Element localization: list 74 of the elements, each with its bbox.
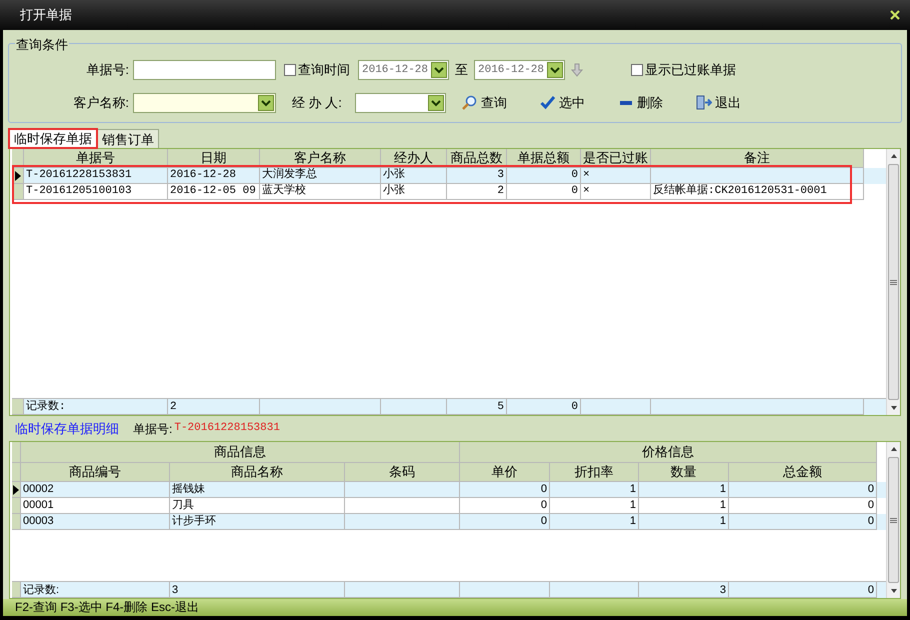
summary-cell: 3 bbox=[170, 582, 345, 598]
summary-cell: 0 bbox=[507, 399, 581, 415]
column-header: 折扣率 bbox=[550, 463, 639, 482]
header-corner bbox=[12, 442, 21, 463]
summary-cell: 记录数: bbox=[21, 582, 170, 598]
doc-number-field[interactable] bbox=[133, 60, 276, 80]
tab[interactable]: 临时保存单据 bbox=[8, 128, 98, 149]
table-cell: 0 bbox=[729, 514, 877, 530]
pointer-icon bbox=[13, 484, 19, 494]
dropdown-icon bbox=[258, 95, 274, 111]
door-arrow-icon bbox=[696, 95, 712, 111]
table-cell: × bbox=[581, 184, 651, 200]
summary-cell: 5 bbox=[447, 399, 507, 415]
column-header: 单价 bbox=[460, 463, 550, 482]
scrollbar[interactable] bbox=[886, 442, 900, 598]
customer-field[interactable] bbox=[133, 93, 276, 113]
column-header: 备注 bbox=[651, 149, 864, 168]
dropdown-icon bbox=[428, 95, 444, 111]
table-cell: 1 bbox=[550, 514, 639, 530]
table-cell: 1 bbox=[639, 514, 729, 530]
handler-field[interactable] bbox=[355, 93, 446, 113]
toolbar-button[interactable]: 查询 bbox=[460, 93, 516, 113]
down-arrow-icon bbox=[571, 63, 583, 77]
table-cell: 2016-12-05 09 bbox=[168, 184, 260, 200]
column-header: 条码 bbox=[345, 463, 460, 482]
toolbar-button[interactable]: 退出 bbox=[694, 93, 750, 113]
table-cell: T-20161205100103 bbox=[24, 184, 168, 200]
table-cell: 蓝天学校 bbox=[260, 184, 381, 200]
header-corner bbox=[12, 463, 21, 482]
table-cell: 0 bbox=[460, 514, 550, 530]
toolbar-button[interactable]: 删除 bbox=[616, 93, 672, 113]
field-label: 客户名称: bbox=[72, 94, 130, 112]
checkbox[interactable] bbox=[284, 64, 296, 76]
status-bar: F2-查询 F3-选中 F4-删除 Esc-退出 bbox=[3, 599, 907, 616]
table-cell: 反结帐单据:CK2016120531-0001 bbox=[651, 184, 864, 200]
date-field[interactable]: 2016-12-28 bbox=[474, 60, 565, 80]
checkbox-label: 显示已过账单据 bbox=[645, 61, 736, 80]
column-header: 商品编号 bbox=[21, 463, 170, 482]
group-header: 商品信息 bbox=[21, 442, 460, 463]
checkbox-label: 查询时间 bbox=[298, 61, 350, 80]
row-selector[interactable] bbox=[12, 482, 21, 498]
column-header: 数量 bbox=[639, 463, 729, 482]
window-title: 打开单据 bbox=[20, 6, 72, 24]
field-label: 经 办 人: bbox=[292, 94, 343, 112]
table-cell: 2 bbox=[447, 184, 507, 200]
table-cell: 0 bbox=[507, 184, 581, 200]
column-header: 总金额 bbox=[729, 463, 877, 482]
checkbox[interactable] bbox=[631, 64, 643, 76]
scrollbar[interactable] bbox=[886, 149, 900, 415]
tab[interactable]: 销售订单 bbox=[98, 129, 159, 148]
dropdown-icon bbox=[431, 62, 447, 78]
close-icon[interactable] bbox=[890, 10, 900, 20]
dropdown-icon bbox=[547, 62, 563, 78]
toolbar-button[interactable]: 选中 bbox=[538, 93, 594, 113]
document-number: T-20161228153831 bbox=[174, 421, 280, 436]
summary-cell: 3 bbox=[639, 582, 729, 598]
pointer-icon bbox=[14, 170, 20, 180]
date-field[interactable]: 2016-12-28 bbox=[358, 60, 449, 80]
group-header: 价格信息 bbox=[460, 442, 877, 463]
summary-cell: 0 bbox=[729, 582, 877, 598]
field-label: 单据号: bbox=[133, 420, 172, 438]
table-cell: 小张 bbox=[381, 184, 447, 200]
grip-icon bbox=[890, 280, 897, 284]
grip-icon bbox=[890, 518, 897, 522]
search-icon bbox=[462, 95, 478, 111]
table-cell: 计步手环 bbox=[170, 514, 345, 530]
column-header: 商品名称 bbox=[170, 463, 345, 482]
section-title: 临时保存单据明细 bbox=[15, 420, 119, 438]
check-icon bbox=[540, 95, 556, 111]
field-label: 单据号: bbox=[85, 61, 130, 80]
summary-cell: 2 bbox=[168, 399, 260, 415]
range-label: 至 bbox=[455, 61, 468, 80]
summary-cell: 记录数: bbox=[24, 399, 168, 415]
table-cell: 00003 bbox=[21, 514, 170, 530]
